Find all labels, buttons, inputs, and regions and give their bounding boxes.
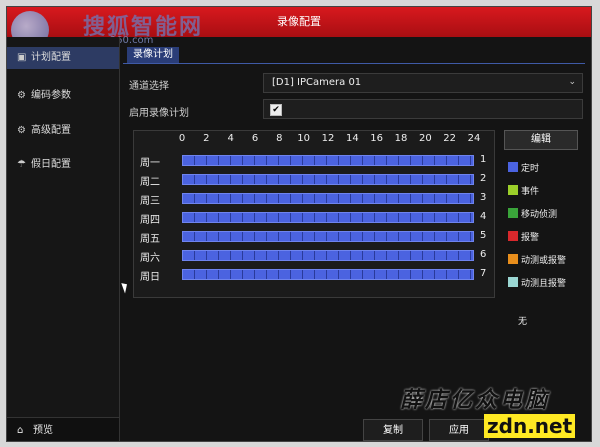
hour-tick-label: 8: [276, 133, 283, 144]
sidebar-item-schedule[interactable]: ▣ 计划配置: [7, 47, 119, 69]
legend-item[interactable]: 报警: [508, 231, 539, 245]
watermark-text: 薛店亿众电脑: [400, 387, 551, 413]
home-icon: ⌂: [17, 425, 24, 436]
channel-label: 通道选择: [129, 81, 169, 92]
sidebar-item-label: 高级配置: [31, 125, 71, 136]
day-schedule-bar[interactable]: [182, 250, 474, 261]
hour-tick-label: 14: [345, 133, 359, 144]
sidebar-item-advanced[interactable]: ⚙ 高级配置: [7, 120, 119, 142]
channel-value: [D1] IPCamera 01: [272, 77, 362, 88]
legend-swatch: [508, 277, 518, 287]
legend-swatch: [508, 231, 518, 241]
legend-swatch: [508, 254, 518, 264]
day-label: 周四: [140, 215, 160, 226]
legend-swatch: [508, 162, 518, 172]
channel-select[interactable]: [D1] IPCamera 01 ⌄: [263, 73, 583, 93]
day-label: 周六: [140, 253, 160, 264]
gear-icon: ⚙: [17, 90, 26, 101]
legend-swatch: [508, 208, 518, 218]
day-schedule-bar[interactable]: [182, 155, 474, 166]
legend-label: 报警: [521, 233, 540, 243]
enable-schedule-row: ✔: [263, 99, 583, 119]
day-copy-index[interactable]: 6: [480, 249, 486, 260]
chevron-down-icon: ⌄: [568, 77, 576, 87]
tab-record-schedule[interactable]: 录像计划: [127, 47, 179, 63]
window-title: 录像配置: [277, 15, 321, 28]
legend-item[interactable]: 移动侦测: [508, 208, 557, 222]
preview-button[interactable]: ⌂ 预览: [7, 417, 119, 441]
day-copy-index[interactable]: 3: [480, 192, 486, 203]
day-copy-index[interactable]: 5: [480, 230, 486, 241]
legend-label: 动测或报警: [521, 256, 567, 266]
preview-label: 预览: [33, 425, 53, 436]
enable-schedule-checkbox[interactable]: ✔: [270, 104, 282, 116]
hour-tick-label: 20: [418, 133, 432, 144]
copy-button[interactable]: 复制: [363, 419, 423, 441]
umbrella-icon: ☂: [17, 159, 26, 170]
legend-label: 定时: [521, 164, 540, 174]
hour-tick-label: 18: [394, 133, 408, 144]
day-label: 周五: [140, 234, 160, 245]
schedule-icon: ▣: [17, 52, 27, 63]
sidebar-item-label: 编码参数: [31, 90, 71, 101]
legend-label: 事件: [521, 187, 540, 197]
day-copy-index[interactable]: 7: [480, 268, 486, 279]
sidebar-item-label: 计划配置: [31, 52, 71, 63]
legend-list: 定时事件移动侦测报警动测或报警动测且报警: [504, 152, 578, 292]
day-label: 周一: [140, 158, 160, 169]
app-window: 录像配置 搜狐智能网 www.360.com ▣ 计划配置 ⚙ 编码参数 ⚙ 高…: [6, 6, 592, 442]
sidebar-item-label: 假日配置: [31, 159, 71, 170]
day-copy-index[interactable]: 4: [480, 211, 486, 222]
hour-tick-label: 24: [467, 133, 481, 144]
day-schedule-bar[interactable]: [182, 269, 474, 280]
edit-button[interactable]: 编辑: [504, 130, 578, 150]
day-schedule-bar[interactable]: [182, 193, 474, 204]
day-schedule-bar[interactable]: [182, 212, 474, 223]
hour-tick-label: 4: [227, 133, 234, 144]
day-schedule-bar[interactable]: [182, 174, 474, 185]
day-label: 周二: [140, 177, 160, 188]
legend-none[interactable]: 无: [518, 315, 527, 329]
hour-tick-label: 6: [251, 133, 259, 144]
day-copy-index[interactable]: 1: [480, 154, 486, 165]
legend-item[interactable]: 事件: [508, 185, 539, 199]
legend-item[interactable]: 动测且报警: [508, 277, 566, 291]
watermark-url: zdn.net: [484, 414, 576, 438]
hour-tick-label: 16: [370, 133, 384, 144]
hour-tick-label: 2: [203, 133, 210, 144]
hour-tick-label: 0: [178, 133, 186, 144]
day-copy-index[interactable]: 2: [480, 173, 486, 184]
day-schedule-bar[interactable]: [182, 231, 474, 242]
day-label: 周日: [140, 272, 160, 283]
legend-label: 移动侦测: [521, 210, 558, 220]
hour-tick-label: 12: [321, 133, 335, 144]
legend-label: 动测且报警: [521, 279, 567, 289]
legend-item[interactable]: 定时: [508, 162, 539, 176]
hour-tick-label: 10: [297, 133, 311, 144]
legend-item[interactable]: 动测或报警: [508, 254, 566, 268]
apply-button[interactable]: 应用: [429, 419, 489, 441]
day-label: 周三: [140, 196, 160, 207]
enable-schedule-label: 启用录像计划: [129, 108, 189, 119]
sidebar-item-encoding[interactable]: ⚙ 编码参数: [7, 85, 119, 107]
gear-icon: ⚙: [17, 125, 26, 136]
schedule-grid[interactable]: 0 2 4 6 8 10 12 14 16 18 20 22 24 周一 1 周二 2 周三 3 周四 4 周五 5 周六 6…: [133, 130, 495, 298]
sidebar-item-holiday[interactable]: ☂ 假日配置: [7, 154, 119, 176]
sidebar: ▣ 计划配置 ⚙ 编码参数 ⚙ 高级配置 ☂ 假日配置 ⌂ 预览: [7, 37, 120, 441]
hour-tick-label: 22: [443, 133, 457, 144]
legend-swatch: [508, 185, 518, 195]
tab-bar: 录像计划: [123, 45, 585, 64]
